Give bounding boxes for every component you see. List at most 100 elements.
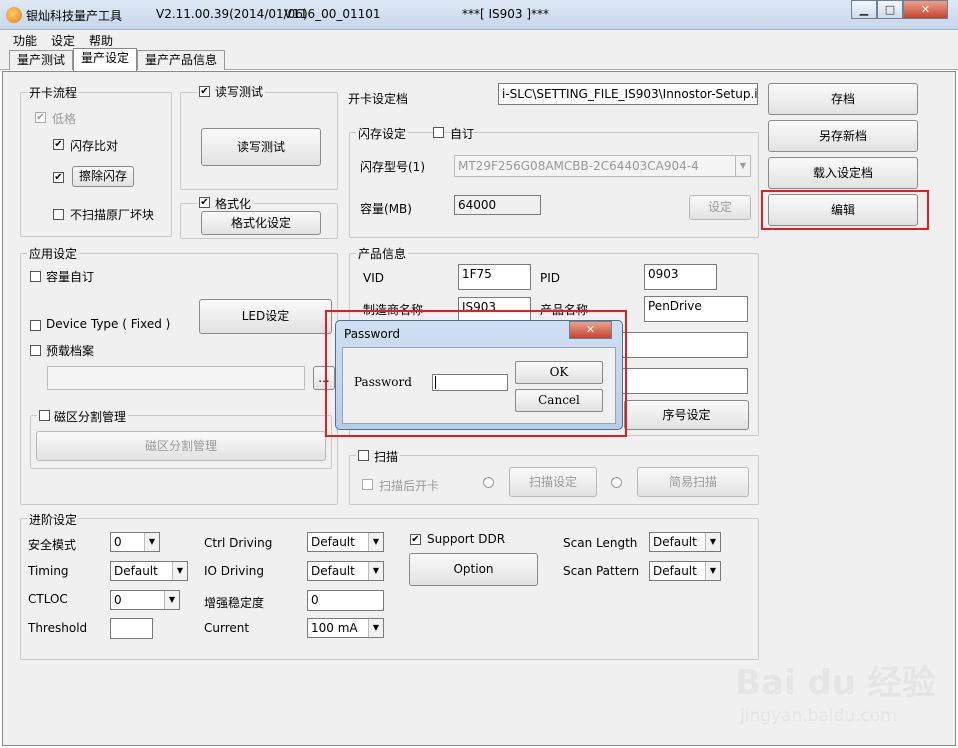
safe-mode-value: 0 <box>114 535 122 549</box>
scan-length-select[interactable]: Default ▼ <box>649 532 721 552</box>
device-type-label: Device Type ( Fixed ) <box>46 317 171 331</box>
scan-settings-radio[interactable] <box>483 477 494 488</box>
minimize-button[interactable]: ▁ <box>851 0 877 19</box>
erase-flash-button[interactable]: 擦除闪存 <box>72 166 134 187</box>
advanced-title: 进阶设定 <box>27 511 80 528</box>
menu-function[interactable]: 功能 <box>13 32 37 49</box>
watermark-logo: Bai du 经验 <box>735 663 936 703</box>
easy-scan-radio[interactable] <box>611 477 622 488</box>
io-driving-select[interactable]: Default ▼ <box>307 561 384 581</box>
capacity-field[interactable]: 64000 <box>454 195 541 215</box>
app-settings-title: 应用设定 <box>27 245 80 262</box>
chevron-down-icon: ▼ <box>735 156 750 176</box>
maximize-button[interactable]: □ <box>877 0 903 19</box>
low-format-checkbox: ✔ <box>35 112 46 123</box>
vid-label: VID <box>363 271 384 285</box>
threshold-field[interactable] <box>110 618 153 639</box>
timing-select[interactable]: Default ▼ <box>110 561 188 581</box>
pid-label: PID <box>540 271 561 285</box>
flash-model-combo[interactable]: MT29F256G08AMCBB-2C64403CA904-4 ▼ <box>454 155 751 177</box>
preload-label: 预载档案 <box>46 344 95 358</box>
format-settings-button[interactable]: 格式化设定 <box>201 211 321 235</box>
support-ddr-checkbox[interactable]: ✔ <box>410 534 421 545</box>
partition-label: 磁区分割管理 <box>37 408 129 425</box>
window-build: V116_00_01101 <box>284 7 381 21</box>
threshold-label: Threshold <box>28 621 88 635</box>
flash-set-button[interactable]: 设定 <box>689 195 751 220</box>
ctrl-driving-label: Ctrl Driving <box>204 536 273 550</box>
io-driving-label: IO Driving <box>204 564 264 578</box>
menu-help[interactable]: 帮助 <box>89 32 113 49</box>
rw-test-checkbox[interactable]: ✔ <box>199 86 210 97</box>
scan-pattern-value: Default <box>653 564 697 578</box>
flash-custom-checkbox[interactable] <box>433 127 444 138</box>
open-after-scan-label: 扫描后开卡 <box>379 479 440 493</box>
device-type-checkbox[interactable] <box>30 320 41 331</box>
dialog-highlight-box <box>325 310 627 437</box>
ctloc-select[interactable]: 0 ▼ <box>110 590 180 610</box>
led-settings-button[interactable]: LED设定 <box>199 299 332 334</box>
chevron-down-icon: ▼ <box>368 562 383 580</box>
close-button[interactable]: ✕ <box>903 0 948 19</box>
product-info-title: 产品信息 <box>356 245 409 262</box>
ctrl-driving-value: Default <box>311 535 355 549</box>
scan-length-label: Scan Length <box>563 536 638 550</box>
menu-settings[interactable]: 设定 <box>51 32 75 49</box>
tab-production-test[interactable]: 量产测试 <box>9 50 73 70</box>
capacity-custom-checkbox[interactable] <box>30 271 41 282</box>
format-checkbox[interactable]: ✔ <box>199 197 210 208</box>
no-scan-bad-block-checkbox[interactable] <box>53 209 64 220</box>
scan-settings-button[interactable]: 扫描设定 <box>509 467 597 497</box>
flash-settings-group <box>349 132 759 238</box>
app-icon <box>6 7 22 23</box>
current-label: Current <box>204 621 250 635</box>
chevron-down-icon: ▼ <box>164 591 179 609</box>
tab-production-settings[interactable]: 量产设定 <box>73 48 137 71</box>
window-chip: ***[ IS903 ]*** <box>462 7 550 21</box>
pid-field[interactable]: 0903 <box>644 264 717 290</box>
open-after-scan-checkbox[interactable] <box>362 479 373 490</box>
preload-file-field[interactable] <box>47 366 305 390</box>
option-button[interactable]: Option <box>409 553 538 586</box>
tab-product-info[interactable]: 量产产品信息 <box>137 50 225 70</box>
vid-field[interactable]: 1F75 <box>458 264 531 290</box>
ctloc-value: 0 <box>114 593 122 607</box>
edit-highlight-box <box>761 190 929 230</box>
open-card-flow-title: 开卡流程 <box>27 84 80 101</box>
easy-scan-button[interactable]: 简易扫描 <box>637 467 749 497</box>
scan-checkbox[interactable] <box>358 450 369 461</box>
product-extra-field-1[interactable] <box>620 332 748 358</box>
chevron-down-icon: ▼ <box>368 619 383 637</box>
partition-manage-button[interactable]: 磁区分割管理 <box>36 431 326 461</box>
stability-field[interactable]: 0 <box>307 590 384 611</box>
scan-pattern-select[interactable]: Default ▼ <box>649 561 721 581</box>
flash-compare-checkbox[interactable]: ✔ <box>53 139 64 150</box>
capacity-label: 容量(MB) <box>360 202 412 216</box>
timing-label: Timing <box>28 564 69 578</box>
no-scan-bad-block-label: 不扫描原厂坏块 <box>70 208 155 222</box>
io-driving-value: Default <box>311 564 355 578</box>
scan-pattern-label: Scan Pattern <box>563 564 640 578</box>
flash-model-value: MT29F256G08AMCBB-2C64403CA904-4 <box>458 159 699 173</box>
menu-bar <box>0 30 958 48</box>
serial-settings-button[interactable]: 序号设定 <box>624 400 749 430</box>
flash-compare-label: 闪存比对 <box>70 139 119 153</box>
preload-checkbox[interactable] <box>30 345 41 356</box>
ctrl-driving-select[interactable]: Default ▼ <box>307 532 384 552</box>
erase-flash-checkbox[interactable]: ✔ <box>53 172 64 183</box>
safe-mode-select[interactable]: 0 ▼ <box>110 532 160 552</box>
product-extra-field-2[interactable] <box>620 368 748 394</box>
stability-label: 增强稳定度 <box>204 596 265 610</box>
chevron-down-icon: ▼ <box>368 533 383 551</box>
rw-test-button[interactable]: 读写测试 <box>201 128 321 166</box>
save-as-new-button[interactable]: 另存新档 <box>768 120 918 152</box>
setting-file-path[interactable]: i-SLC\SETTING_FILE_IS903\Innostor-Setup.… <box>498 83 758 105</box>
setting-file-label: 开卡设定档 <box>348 92 409 106</box>
product-name-field[interactable]: PenDrive <box>644 296 748 322</box>
safe-mode-label: 安全模式 <box>28 538 77 552</box>
chevron-down-icon: ▼ <box>705 533 720 551</box>
load-settings-button[interactable]: 载入设定档 <box>768 157 918 189</box>
save-button[interactable]: 存档 <box>768 83 918 115</box>
partition-checkbox[interactable] <box>39 410 50 421</box>
current-select[interactable]: 100 mA ▼ <box>307 618 384 638</box>
